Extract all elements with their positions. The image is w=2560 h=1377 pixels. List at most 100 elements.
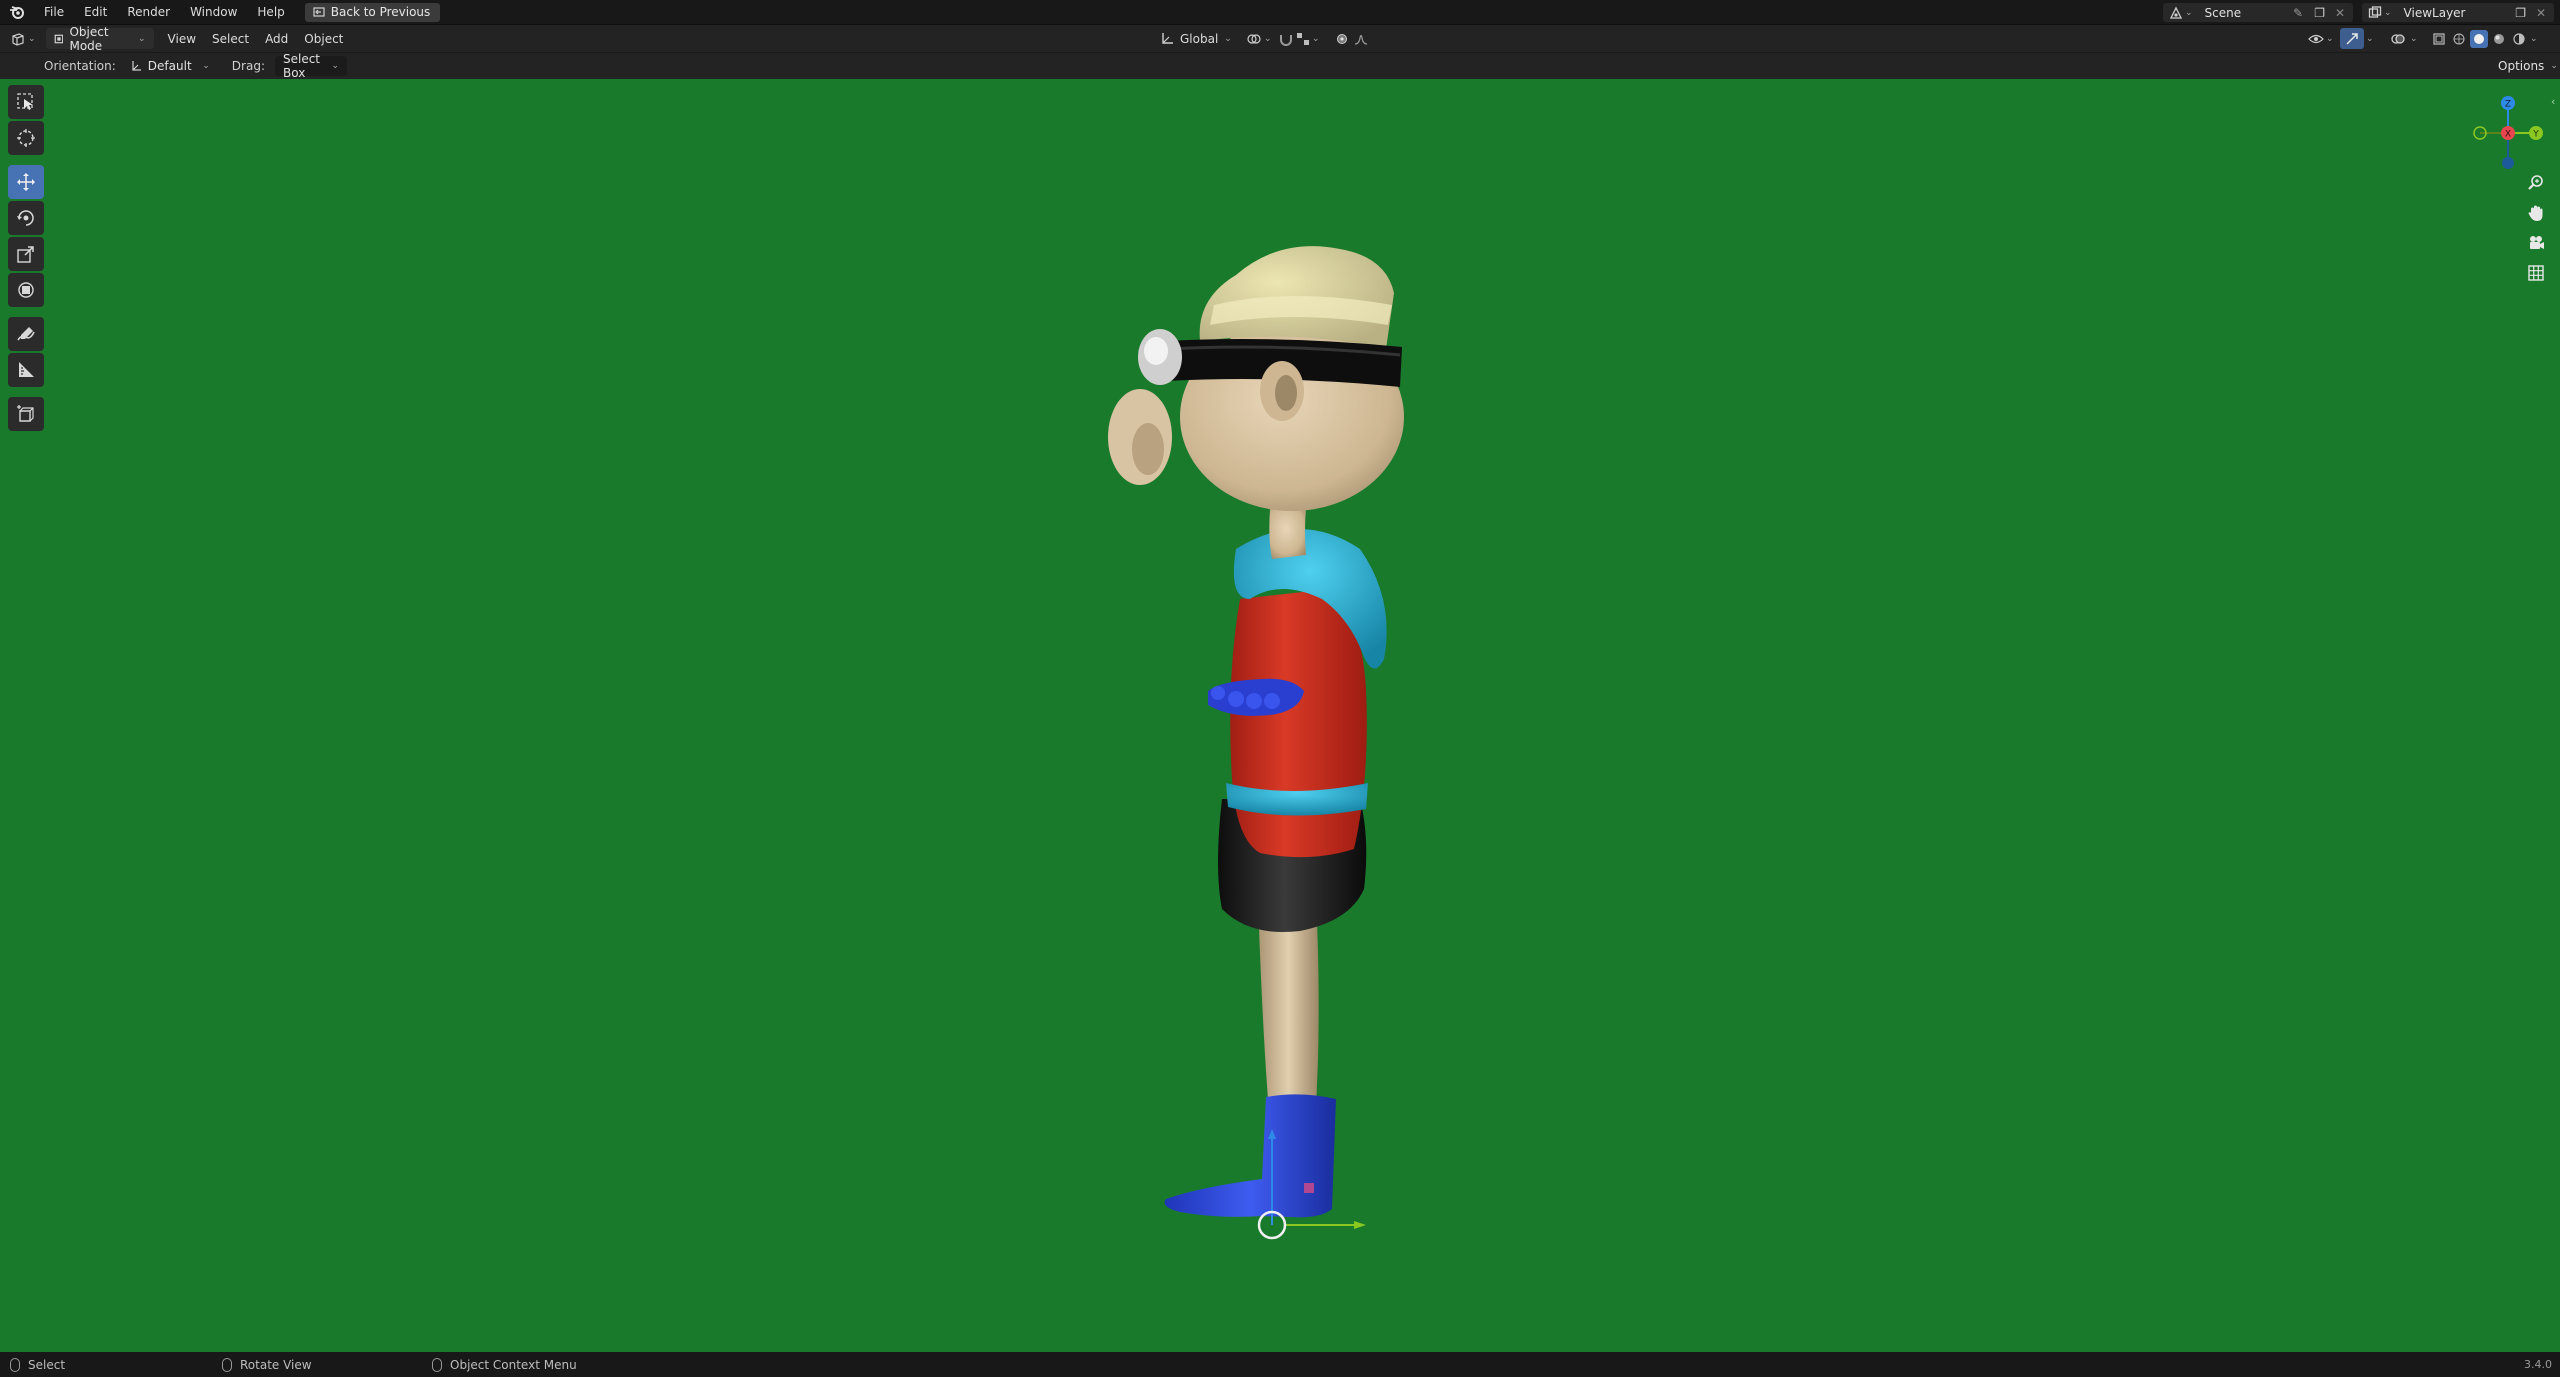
zoom-button[interactable] [2521,169,2551,197]
status-context-label: Object Context Menu [450,1357,577,1372]
orientation-default-icon [132,61,141,71]
scene-dropdown-icon: ⌄ [2185,7,2193,18]
transform-tool[interactable] [8,273,44,307]
orientation-dropdown-icon: ⌄ [1224,33,1232,44]
cursor-icon [17,129,35,147]
wireframe-icon [2453,33,2465,44]
move-icon [17,173,35,191]
delete-scene-icon[interactable]: ✕ [2335,6,2345,20]
options-button[interactable]: Options ⌄ [2490,56,2558,76]
blender-logo-icon[interactable] [0,0,34,25]
overlays-dropdown-icon[interactable]: ⌄ [2410,34,2418,44]
wireframe-shading-button[interactable] [2450,30,2468,48]
menu-object[interactable]: Object [296,28,351,49]
camera-view-button[interactable] [2521,229,2551,257]
material-shading-button[interactable] [2490,30,2508,48]
view-layer-selector[interactable]: ⌄ ViewLayer ❐ ✕ [2362,3,2554,22]
mode-label: Object Mode [69,24,109,53]
rendered-shading-button[interactable] [2510,30,2528,48]
rotate-icon [17,210,34,226]
mouse-right-icon [432,1357,442,1372]
menu-render[interactable]: Render [117,0,180,25]
snap-increment-icon [1297,32,1309,45]
proportional-editing[interactable] [1328,28,1376,49]
pin-icon[interactable]: ✎ [2293,6,2303,20]
navigation-gizmo[interactable]: Z Y X [2460,85,2550,175]
orientation-selector[interactable]: Default ⌄ [121,56,218,76]
drag-selector[interactable]: Select Box ⌄ [274,52,347,80]
measure-tool[interactable] [8,353,44,387]
pan-button[interactable] [2521,199,2551,227]
scene-icon [2169,6,2183,19]
drag-dropdown-icon: ⌄ [331,61,339,71]
eye-icon [2308,34,2324,43]
new-scene-icon[interactable]: ❐ [2314,6,2325,20]
transform-icon [18,282,34,298]
overlays-toggle[interactable] [2386,28,2410,49]
menu-window[interactable]: Window [180,0,247,25]
gizmo-neg-z-axis[interactable] [2502,157,2514,169]
status-select-hint: Select [10,1357,65,1372]
drag-label: Drag: [231,59,265,73]
editor-type-button[interactable]: ⌄ [0,28,42,49]
menu-help[interactable]: Help [247,0,294,25]
back-to-previous-label: Back to Previous [330,4,431,19]
annotate-tool[interactable] [8,317,44,351]
mode-dropdown-icon: ⌄ [138,33,146,44]
menu-view[interactable]: View [160,28,204,49]
snap-toggle[interactable]: ⌄ [1270,28,1328,49]
delete-view-layer-icon[interactable]: ✕ [2536,6,2546,20]
gizmo-dropdown-icon[interactable]: ⌄ [2366,34,2374,44]
select-box-tool[interactable] [8,85,44,119]
viewport-header: ⌄ Object Mode ⌄ View Select Add Object G… [0,25,2560,53]
back-icon [313,7,325,17]
overlays-icon [2391,33,2405,44]
zoom-icon [2528,175,2543,190]
transform-orientation-selector[interactable]: Global ⌄ [1152,28,1240,49]
scale-icon [17,246,34,263]
status-rotate-label: Rotate View [240,1357,312,1372]
gizmo-z-label: Z [2505,100,2511,110]
falloff-icon [1354,34,1368,45]
gizmo-toggle[interactable] [2340,28,2364,49]
rotate-tool[interactable] [8,201,44,235]
gizmo-x-label: X [2505,130,2511,140]
menu-file[interactable]: File [34,0,74,25]
cursor-tool[interactable] [8,121,44,155]
transform-orientation-label: Global [1180,31,1219,46]
scale-tool[interactable] [8,237,44,271]
object-mode-icon [54,34,63,43]
menu-select[interactable]: Select [204,28,257,49]
editor-type-dropdown-icon: ⌄ [28,33,36,44]
grid-icon [2528,265,2544,281]
view-layer-name[interactable]: ViewLayer [2404,6,2466,20]
add-cube-tool[interactable] [8,397,44,431]
sidebar-toggle-icon[interactable]: ‹ [2551,95,2555,108]
orientation-label: Orientation: [44,59,116,73]
orientation-value-dropdown-icon: ⌄ [202,61,210,71]
hand-icon [2528,205,2543,221]
solid-shading-button[interactable] [2470,29,2488,48]
select-box-icon [17,93,33,110]
gizmo-icon [2346,32,2358,45]
back-to-previous-button[interactable]: Back to Previous [304,2,441,22]
options-dropdown-icon: ⌄ [2550,61,2558,71]
gizmo-y-label: Y [2532,130,2539,140]
mode-selector[interactable]: Object Mode ⌄ [45,25,154,53]
scene-selector[interactable]: ⌄ Scene ✎ ❐ ✕ [2163,3,2353,22]
camera-icon [2530,236,2544,249]
menu-edit[interactable]: Edit [74,0,117,25]
3d-viewport[interactable]: Z Y X ‹ [0,79,2560,1352]
new-view-layer-icon[interactable]: ❐ [2515,6,2526,20]
xray-toggle[interactable] [2430,30,2448,48]
visibility-selector[interactable]: ⌄ [2300,28,2342,49]
perspective-toggle-button[interactable] [2521,259,2551,287]
view-layer-dropdown-icon: ⌄ [2384,7,2392,18]
scene-name[interactable]: Scene [2205,6,2242,20]
proportional-edit-icon [1337,33,1347,44]
xray-icon [2433,32,2445,45]
character-model[interactable] [0,79,2560,1352]
move-tool[interactable] [8,165,44,199]
menu-add[interactable]: Add [257,28,296,49]
shading-dropdown-icon[interactable]: ⌄ [2530,34,2538,44]
